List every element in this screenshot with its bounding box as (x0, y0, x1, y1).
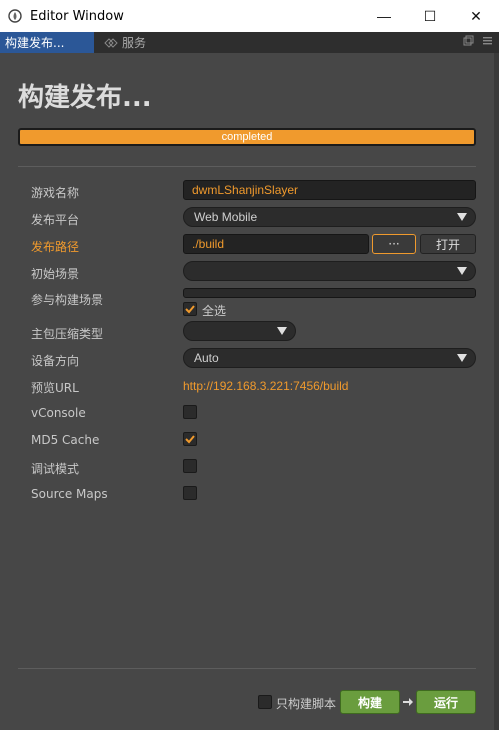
progress-label: completed (221, 131, 273, 143)
debug-mode-label: 调试模式 (31, 462, 80, 476)
start-scene-select[interactable] (183, 261, 476, 281)
vconsole-checkbox[interactable] (183, 405, 197, 419)
vconsole-label: vConsole (31, 406, 86, 420)
platform-value: Web Mobile (194, 210, 258, 224)
tab-services[interactable]: 服务 (94, 32, 146, 53)
checkmark-icon (185, 305, 195, 314)
md5-cache-label: MD5 Cache (31, 433, 100, 447)
select-all-checkbox[interactable] (183, 302, 197, 316)
panel-tabbar: 构建发布... 服务 (0, 32, 499, 53)
divider-top (18, 166, 476, 167)
source-maps-checkbox[interactable] (183, 486, 197, 500)
start-scene-label: 初始场景 (31, 267, 80, 281)
script-only-label: 只构建脚本 (276, 697, 337, 711)
open-folder-button[interactable]: 打开 (420, 234, 476, 254)
scenes-list[interactable] (183, 288, 476, 298)
chevron-down-icon (457, 213, 467, 221)
tab-build[interactable]: 构建发布... (0, 32, 94, 53)
orientation-select[interactable]: Auto (183, 348, 476, 368)
run-button[interactable]: 运行 (416, 690, 476, 714)
arrow-right-icon (403, 698, 413, 706)
minimize-button[interactable]: — (361, 0, 407, 32)
tab-services-label: 服务 (122, 36, 147, 50)
popout-icon[interactable] (463, 35, 474, 46)
browse-button[interactable]: ··· (372, 234, 416, 254)
window-titlebar: Editor Window — ☐ ✕ (0, 0, 499, 32)
scenes-label: 参与构建场景 (31, 293, 104, 307)
maximize-button[interactable]: ☐ (407, 0, 453, 32)
build-progress-bar: completed (18, 128, 476, 146)
app-logo-icon (8, 9, 22, 23)
game-name-label: 游戏名称 (31, 186, 80, 200)
maximize-icon: ☐ (423, 7, 437, 24)
scrollbar[interactable] (494, 53, 499, 730)
orientation-label: 设备方向 (31, 354, 80, 368)
md5-cache-checkbox[interactable] (183, 432, 197, 446)
preview-url-label: 预览URL (31, 381, 79, 395)
divider-bottom (18, 668, 476, 669)
chevron-down-icon (457, 267, 467, 275)
minimize-icon: — (377, 8, 391, 24)
debug-mode-checkbox[interactable] (183, 459, 197, 473)
script-only-checkbox[interactable] (258, 695, 272, 709)
compression-select[interactable] (183, 321, 296, 341)
preview-url-link[interactable]: http://192.168.3.221:7456/build (183, 379, 348, 393)
close-button[interactable]: ✕ (453, 0, 499, 32)
menu-icon[interactable] (482, 35, 493, 46)
build-path-input[interactable]: ./build (183, 234, 369, 254)
tab-build-label: 构建发布... (5, 36, 65, 50)
source-maps-label: Source Maps (31, 487, 108, 501)
orientation-value: Auto (194, 351, 219, 365)
platform-select[interactable]: Web Mobile (183, 207, 476, 227)
services-icon (104, 37, 118, 48)
game-name-input[interactable]: dwmLShanjinSlayer (183, 180, 476, 200)
chevron-down-icon (277, 327, 287, 335)
close-icon: ✕ (470, 7, 482, 24)
page-title: 构建发布... (18, 83, 152, 113)
platform-label: 发布平台 (31, 213, 80, 227)
chevron-down-icon (457, 354, 467, 362)
window-title: Editor Window (30, 8, 124, 24)
build-path-label: 发布路径 (31, 240, 80, 254)
checkmark-icon (185, 435, 195, 444)
select-all-label: 全选 (202, 304, 227, 318)
build-panel: 构建发布... completed 游戏名称 dwmLShanjinSlayer… (0, 53, 494, 730)
compression-label: 主包压缩类型 (31, 327, 104, 341)
build-button[interactable]: 构建 (340, 690, 400, 714)
